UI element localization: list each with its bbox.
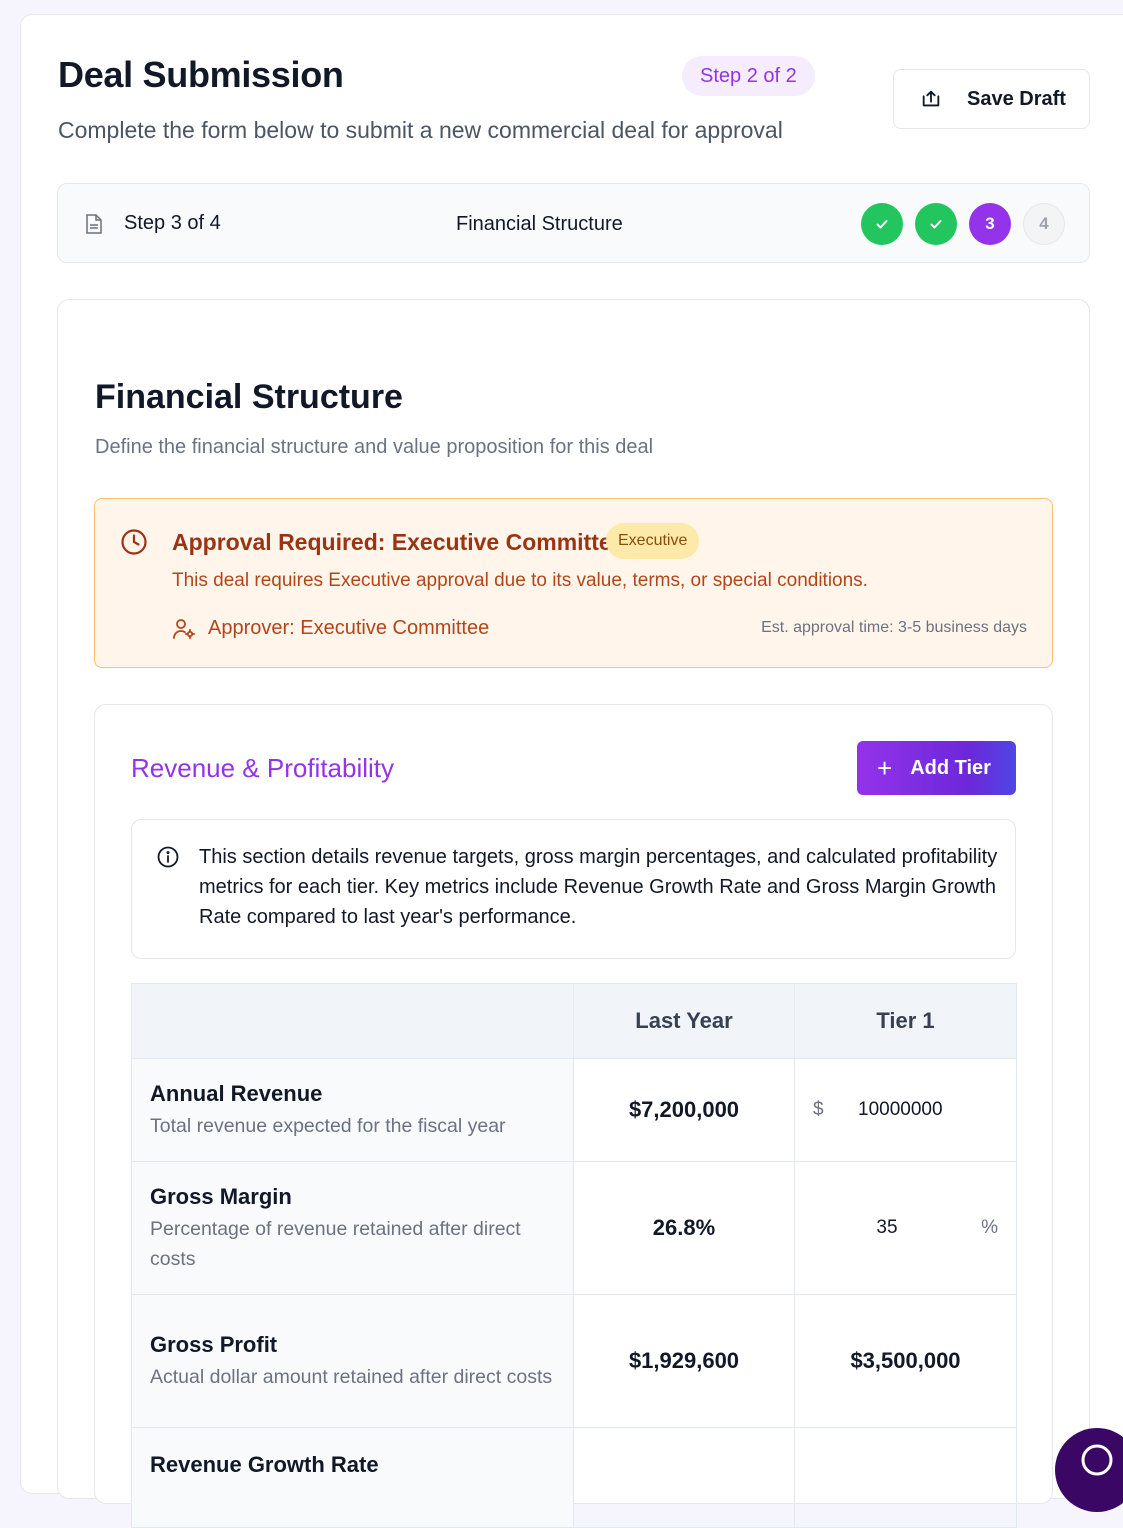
revenue-section-title: Revenue & Profitability [131, 753, 395, 783]
metric-label-cell: Revenue Growth Rate [131, 1427, 574, 1528]
section-title: Financial Structure [95, 378, 403, 416]
tier1-revenue-cell: $ [794, 1058, 1017, 1162]
metric-label-cell: Annual Revenue Total revenue expected fo… [131, 1058, 574, 1162]
last-year-value [573, 1427, 795, 1528]
table-header-row: Last Year Tier 1 [131, 983, 1017, 1059]
add-tier-label: Add Tier [910, 756, 991, 779]
clock-icon [121, 529, 147, 555]
metric-name: Gross Margin [150, 1184, 292, 1209]
metric-label-cell: Gross Profit Actual dollar amount retain… [131, 1294, 574, 1428]
currency-symbol: $ [813, 1099, 824, 1120]
metric-description: Total revenue expected for the fiscal ye… [150, 1115, 506, 1137]
approver-text: Approver: Executive Committee [208, 617, 490, 639]
progress-bar: Step 3 of 4 Financial Structure 3 4 [57, 183, 1090, 263]
tier1-annual-revenue-input[interactable] [843, 1090, 1008, 1130]
table-row: Annual Revenue Total revenue expected fo… [131, 1058, 1017, 1162]
step-pill: Step 2 of 2 [682, 56, 815, 96]
user-settings-icon [173, 619, 196, 640]
metric-name: Annual Revenue [150, 1081, 323, 1106]
check-icon [930, 220, 942, 229]
table-row: Gross Margin Percentage of revenue retai… [131, 1161, 1017, 1295]
info-icon [157, 846, 179, 868]
add-tier-button[interactable]: + Add Tier [857, 741, 1016, 795]
metric-name: Gross Profit [150, 1332, 278, 1357]
tier1-margin-cell: % [794, 1161, 1017, 1295]
page-title: Deal Submission [58, 54, 344, 95]
metric-label-cell: Gross Margin Percentage of revenue retai… [131, 1161, 574, 1295]
chat-launcher-button[interactable] [1055, 1428, 1123, 1512]
approval-time-estimate: Est. approval time: 3-5 business days [761, 619, 1027, 636]
progress-step-text: Step 3 of 4 [124, 212, 221, 234]
header-metric [131, 983, 574, 1059]
chat-icon [1081, 1444, 1113, 1476]
approval-level-badge: Executive [606, 523, 700, 559]
progress-step-name: Financial Structure [456, 213, 623, 235]
table-row: Revenue Growth Rate [131, 1427, 1017, 1528]
approval-alert: Approval Required: Executive Committee E… [94, 498, 1053, 668]
header-tier-1: Tier 1 [794, 983, 1017, 1059]
approval-title: Approval Required: Executive Committee [172, 529, 625, 555]
step-dot-2[interactable] [915, 203, 957, 245]
header-last-year: Last Year [573, 983, 795, 1059]
last-year-value: $7,200,000 [573, 1058, 795, 1162]
tier1-gross-margin-input[interactable] [825, 1207, 949, 1249]
metric-description: Actual dollar amount retained after dire… [150, 1366, 553, 1388]
upload-icon [922, 90, 940, 107]
info-text: This section details revenue targets, gr… [199, 846, 998, 928]
save-draft-button[interactable]: Save Draft [893, 69, 1090, 129]
tier1-value: $3,500,000 [794, 1294, 1017, 1428]
section-subtitle: Define the financial structure and value… [95, 436, 654, 458]
page-subtitle: Complete the form below to submit a new … [58, 117, 783, 143]
table-row: Gross Profit Actual dollar amount retain… [131, 1294, 1017, 1428]
check-icon [876, 220, 888, 229]
info-box: This section details revenue targets, gr… [131, 819, 1016, 959]
save-draft-label: Save Draft [967, 87, 1066, 110]
document-icon [86, 214, 102, 234]
step-dot-3[interactable]: 3 [969, 203, 1011, 245]
step-dot-4[interactable]: 4 [1023, 203, 1065, 245]
percent-symbol: % [981, 1217, 998, 1238]
step-dot-1[interactable] [861, 203, 903, 245]
last-year-value: $1,929,600 [573, 1294, 795, 1428]
plus-icon: + [877, 753, 893, 783]
last-year-value: 26.8% [573, 1161, 795, 1295]
approval-text: This deal requires Executive approval du… [172, 570, 868, 591]
metric-description: Percentage of revenue retained after dir… [150, 1218, 521, 1270]
tier1-value [794, 1427, 1017, 1528]
metric-name: Revenue Growth Rate [150, 1452, 379, 1477]
financial-table: Last Year Tier 1 Annual Revenue Total re… [131, 983, 1017, 1528]
